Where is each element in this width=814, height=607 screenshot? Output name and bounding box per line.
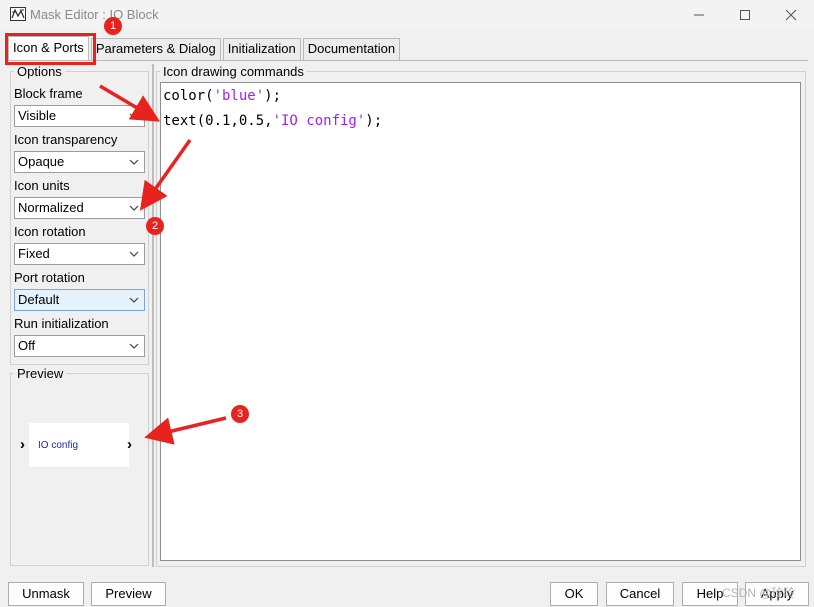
minimize-button[interactable] [676, 0, 722, 30]
tab-bar: Icon & Ports Parameters & Dialog Initial… [8, 36, 402, 60]
icon-transparency-label: Icon transparency [14, 132, 118, 147]
input-port-arrow-icon: › [20, 436, 25, 453]
block-frame-select[interactable]: Visible [14, 105, 145, 127]
panel-splitter[interactable] [152, 64, 154, 567]
preview-group-title: Preview [14, 366, 67, 381]
icon-transparency-value: Opaque [18, 154, 65, 169]
maximize-icon [740, 10, 750, 20]
preview-group [10, 373, 149, 566]
code-token: text(0.1,0.5, [163, 113, 273, 129]
icon-drawing-commands-title: Icon drawing commands [160, 64, 307, 79]
port-rotation-label: Port rotation [14, 270, 85, 285]
chevron-down-icon [129, 251, 139, 257]
title-bar: Mask Editor : IO Block [0, 0, 814, 30]
code-line: color('blue'); [163, 87, 798, 112]
preview-block-text: IO config [38, 440, 79, 451]
run-initialization-label: Run initialization [14, 316, 109, 331]
chevron-down-icon [129, 297, 139, 303]
window-title: Mask Editor : IO Block [30, 7, 159, 22]
icon-units-label: Icon units [14, 178, 70, 193]
maximize-button[interactable] [722, 0, 768, 30]
close-icon [785, 9, 797, 21]
tab-icon-ports[interactable]: Icon & Ports [8, 36, 89, 60]
output-port-arrow-icon: › [127, 436, 132, 453]
icon-units-select[interactable]: Normalized [14, 197, 145, 219]
chevron-down-icon [129, 205, 139, 211]
ok-button[interactable]: OK [550, 582, 598, 606]
chevron-down-icon [129, 343, 139, 349]
mask-editor-icon [10, 7, 26, 21]
port-rotation-value: Default [18, 292, 60, 307]
code-token: ); [365, 113, 383, 129]
icon-rotation-label: Icon rotation [14, 224, 86, 239]
tab-documentation[interactable]: Documentation [302, 38, 401, 60]
icon-rotation-value: Fixed [18, 246, 50, 261]
unmask-button[interactable]: Unmask [8, 582, 84, 606]
chevron-down-icon [129, 159, 139, 165]
block-frame-value: Visible [18, 108, 57, 123]
code-string: 'IO config' [272, 113, 366, 129]
tab-panel-border [8, 60, 808, 61]
preview-button[interactable]: Preview [91, 582, 166, 606]
code-string: 'blue' [213, 88, 265, 104]
options-group-title: Options [14, 64, 65, 79]
chevron-down-icon [129, 113, 139, 119]
icon-drawing-commands-editor[interactable]: color('blue'); text(0.1,0.5,'IO config')… [160, 82, 801, 561]
cancel-button[interactable]: Cancel [606, 582, 674, 606]
icon-rotation-select[interactable]: Fixed [14, 243, 145, 265]
icon-units-value: Normalized [18, 200, 84, 215]
annotation-badge-2: 2 [146, 217, 164, 235]
icon-transparency-select[interactable]: Opaque [14, 151, 145, 173]
run-initialization-select[interactable]: Off [14, 335, 145, 357]
annotation-badge-3: 3 [231, 405, 249, 423]
tab-initialization[interactable]: Initialization [222, 38, 301, 60]
code-token: color( [163, 88, 214, 104]
annotation-badge-1: 1 [104, 17, 122, 35]
block-frame-label: Block frame [14, 86, 83, 101]
minimize-icon [694, 14, 704, 16]
tab-parameters-dialog[interactable]: Parameters & Dialog [90, 38, 221, 60]
run-initialization-value: Off [18, 338, 36, 353]
code-line: text(0.1,0.5,'IO config'); [163, 112, 798, 137]
port-rotation-select[interactable]: Default [14, 289, 145, 311]
close-button[interactable] [768, 0, 814, 30]
preview-block: IO config [29, 423, 129, 467]
code-token: ); [264, 88, 282, 104]
watermark: CSDN @玲玲 [722, 586, 796, 600]
